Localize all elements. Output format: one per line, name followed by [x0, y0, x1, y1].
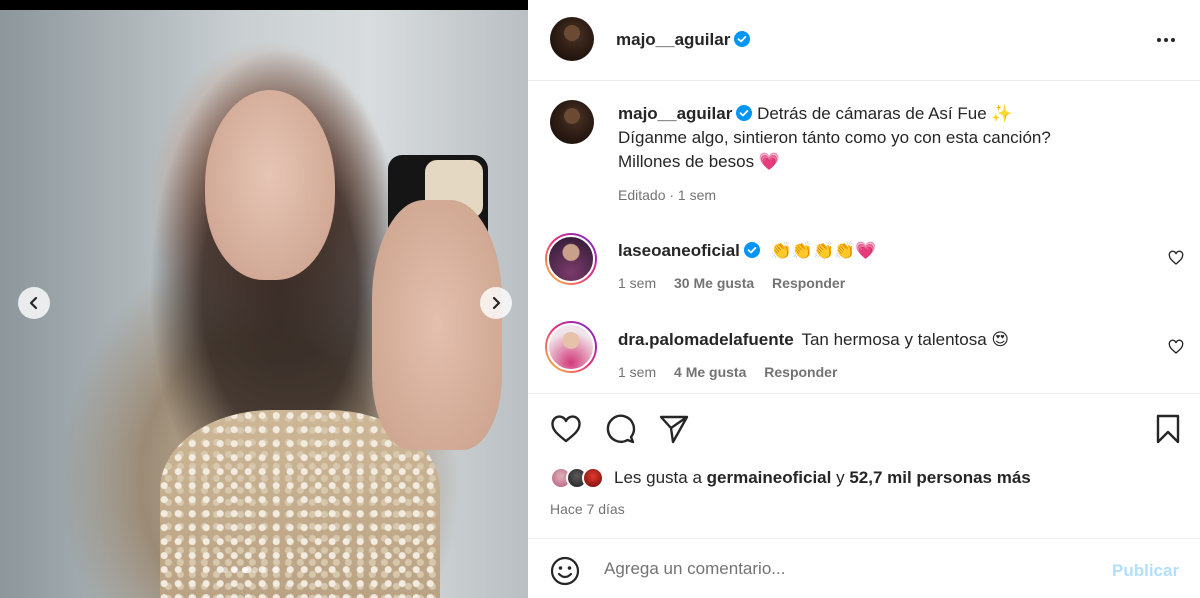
add-comment-bar: Publicar	[528, 538, 1200, 598]
likes-summary[interactable]: Les gusta a germaineoficial y 52,7 mil p…	[550, 467, 1031, 489]
carousel-next-button[interactable]	[480, 287, 512, 319]
comment-text: 👏👏👏👏💗	[770, 241, 877, 260]
emoji-icon[interactable]	[550, 556, 580, 586]
more-options-button[interactable]	[1152, 28, 1180, 52]
post-actions: Les gusta a germaineoficial y 52,7 mil p…	[528, 393, 1200, 538]
comment-reply-button[interactable]: Responder	[764, 364, 837, 380]
comment-time: 1 sem	[618, 275, 657, 291]
caption-line-2: Díganme algo, sintieron tánto como yo co…	[618, 128, 1051, 147]
author-username[interactable]: majo__aguilar	[616, 30, 751, 50]
carousel-dot	[262, 567, 268, 573]
verified-icon	[743, 242, 760, 258]
caption-meta: Editado · 1 sem	[618, 187, 717, 203]
verified-icon	[736, 105, 753, 121]
post-time-ago[interactable]: Hace 7 días	[550, 501, 625, 517]
comment-input[interactable]	[604, 555, 1084, 583]
comment-like-heart-icon[interactable]	[1168, 250, 1184, 266]
caption-avatar[interactable]	[550, 100, 594, 144]
likes-others[interactable]: 52,7 mil personas más	[849, 468, 1030, 487]
caption-line-3: Millones de besos	[618, 152, 755, 171]
comment-meta: 1 sem 4 Me gusta Responder	[618, 364, 837, 380]
caption-line-1: Detrás de cámaras de Así Fue	[757, 104, 987, 123]
carousel-dot	[222, 567, 228, 573]
heart-icon[interactable]	[550, 413, 582, 445]
comment-body: dra.palomadelafuente Tan hermosa y talen…	[618, 330, 1009, 350]
carousel-dot	[232, 567, 238, 573]
post-panel: majo__aguilar majo__aguilar Detrás de cá…	[528, 0, 1200, 598]
carousel-indicator	[222, 567, 278, 573]
share-icon[interactable]	[658, 413, 690, 445]
verified-icon	[734, 31, 751, 47]
caption-username[interactable]: majo__aguilar	[618, 104, 732, 123]
post-media	[0, 0, 528, 598]
likes-user[interactable]: germaineoficial	[707, 468, 832, 487]
comment-icon[interactable]	[604, 413, 636, 445]
likes-connector: y	[836, 468, 845, 487]
carousel-dot	[242, 567, 248, 573]
author-avatar[interactable]	[550, 17, 594, 61]
comment-likes[interactable]: 4 Me gusta	[674, 364, 746, 380]
chevron-left-icon	[29, 296, 38, 310]
comment-likes[interactable]: 30 Me gusta	[674, 275, 754, 291]
post-photo	[0, 10, 528, 598]
comment-avatar[interactable]	[545, 233, 597, 285]
post-caption: majo__aguilar Detrás de cámaras de Así F…	[618, 102, 1178, 174]
carousel-dot	[252, 567, 258, 573]
bookmark-icon[interactable]	[1152, 413, 1184, 445]
comment-reply-button[interactable]: Responder	[772, 275, 845, 291]
likes-prefix: Les gusta a	[614, 468, 702, 487]
comment-meta: 1 sem 30 Me gusta Responder	[618, 275, 845, 291]
publish-button[interactable]: Publicar	[1112, 561, 1179, 581]
chevron-right-icon	[492, 296, 501, 310]
comment-time: 1 sem	[618, 364, 657, 380]
carousel-prev-button[interactable]	[18, 287, 50, 319]
liker-avatar	[582, 467, 604, 489]
media-top-bar	[0, 0, 528, 10]
comment-like-heart-icon[interactable]	[1168, 339, 1184, 355]
heart-emoji: 💗	[758, 152, 780, 171]
more-icon	[1157, 38, 1161, 42]
sparkles-emoji: ✨	[991, 104, 1013, 123]
comment-username[interactable]: laseoaneoficial	[618, 241, 740, 260]
comment-username[interactable]: dra.palomadelafuente	[618, 330, 794, 349]
comment-text: Tan hermosa y talentosa 😍	[801, 330, 1010, 349]
post-header: majo__aguilar	[528, 0, 1200, 81]
carousel-dot	[272, 567, 278, 573]
comment-avatar[interactable]	[545, 321, 597, 373]
comment-body: laseoaneoficial 👏👏👏👏💗	[618, 241, 876, 261]
